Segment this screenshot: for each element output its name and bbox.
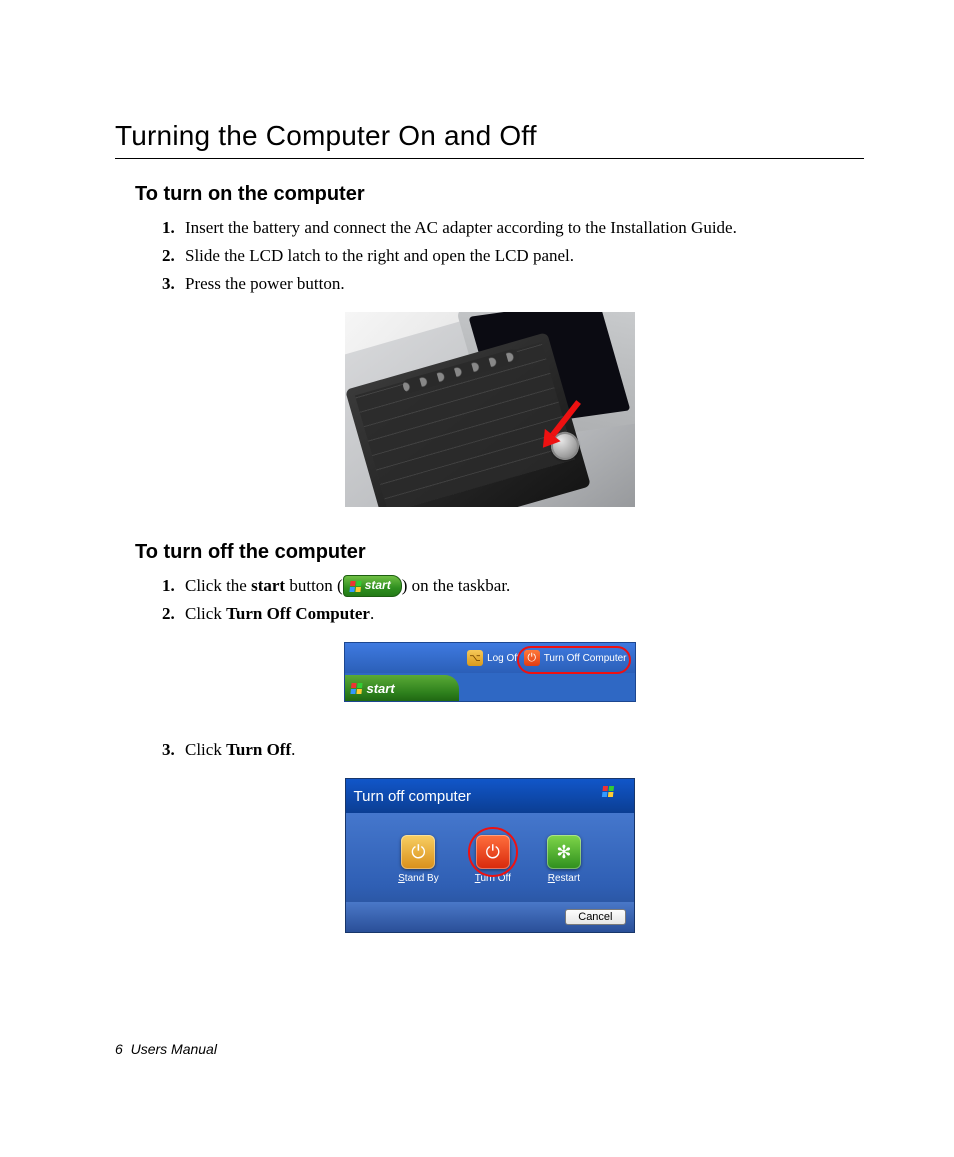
step-bold: Turn Off xyxy=(226,740,291,759)
windows-flag-icon xyxy=(600,786,626,806)
step-item: Slide the LCD latch to the right and ope… xyxy=(179,242,864,270)
title-rule xyxy=(115,158,864,159)
start-label: start xyxy=(365,576,391,596)
steps-turn-on: Insert the battery and connect the AC ad… xyxy=(179,214,864,298)
figure-start-menu: Log Off Turn Off Computer start xyxy=(115,642,864,702)
cancel-button[interactable]: Cancel xyxy=(565,909,625,925)
turnoff-dialog: Turn off computer Stand By Turn Off Rest… xyxy=(345,778,635,933)
step-text: ) on the taskbar. xyxy=(402,576,511,595)
standby-icon xyxy=(401,835,435,869)
page-footer: 6 Users Manual xyxy=(115,1041,217,1057)
step-text: button ( xyxy=(285,576,343,595)
windows-flag-icon xyxy=(349,581,361,592)
document-page: Turning the Computer On and Off To turn … xyxy=(0,0,954,1157)
figure-laptop-power xyxy=(115,312,864,507)
page-number: 6 xyxy=(115,1041,123,1057)
start-label: start xyxy=(367,681,395,696)
laptop-illustration xyxy=(345,312,635,507)
start-button-inline: start xyxy=(343,575,402,597)
steps-turn-off-a: Click the start button (start) on the ta… xyxy=(179,572,864,628)
step-bold: Turn Off Computer xyxy=(226,604,370,623)
taskbar-start-button[interactable]: start xyxy=(345,675,459,701)
key-icon xyxy=(467,650,483,666)
restart-icon xyxy=(547,835,581,869)
restart-option[interactable]: Restart xyxy=(547,835,581,884)
step-text: Click the xyxy=(185,576,251,595)
dialog-titlebar: Turn off computer xyxy=(346,779,634,813)
step-item: Insert the battery and connect the AC ad… xyxy=(179,214,864,242)
step-item: Click the start button (start) on the ta… xyxy=(179,572,864,600)
dialog-title: Turn off computer xyxy=(354,788,472,805)
step-text: . xyxy=(291,740,295,759)
highlight-circle-icon xyxy=(517,646,631,674)
start-menu-strip: Log Off Turn Off Computer start xyxy=(344,642,636,702)
step-text: Click xyxy=(185,740,226,759)
logoff-label: Log Off xyxy=(487,653,520,664)
step-text: . xyxy=(370,604,374,623)
step-bold: start xyxy=(251,576,285,595)
standby-option[interactable]: Stand By xyxy=(398,835,439,884)
figure-turnoff-dialog: Turn off computer Stand By Turn Off Rest… xyxy=(115,778,864,933)
windows-flag-icon xyxy=(350,683,362,694)
step-text: Click xyxy=(185,604,226,623)
page-title: Turning the Computer On and Off xyxy=(115,120,864,152)
footer-label: Users Manual xyxy=(131,1041,217,1057)
heading-turn-off: To turn off the computer xyxy=(135,541,864,564)
highlight-circle-icon xyxy=(468,827,518,877)
step-item: Click Turn Off Computer. xyxy=(179,600,864,628)
steps-turn-off-b: Click Turn Off. xyxy=(179,736,864,764)
heading-turn-on: To turn on the computer xyxy=(135,183,864,206)
step-item: Press the power button. xyxy=(179,270,864,298)
restart-label: Restart xyxy=(548,873,580,884)
logoff-button[interactable]: Log Off xyxy=(467,650,520,666)
standby-label: Stand By xyxy=(398,873,439,884)
step-item: Click Turn Off. xyxy=(179,736,864,764)
